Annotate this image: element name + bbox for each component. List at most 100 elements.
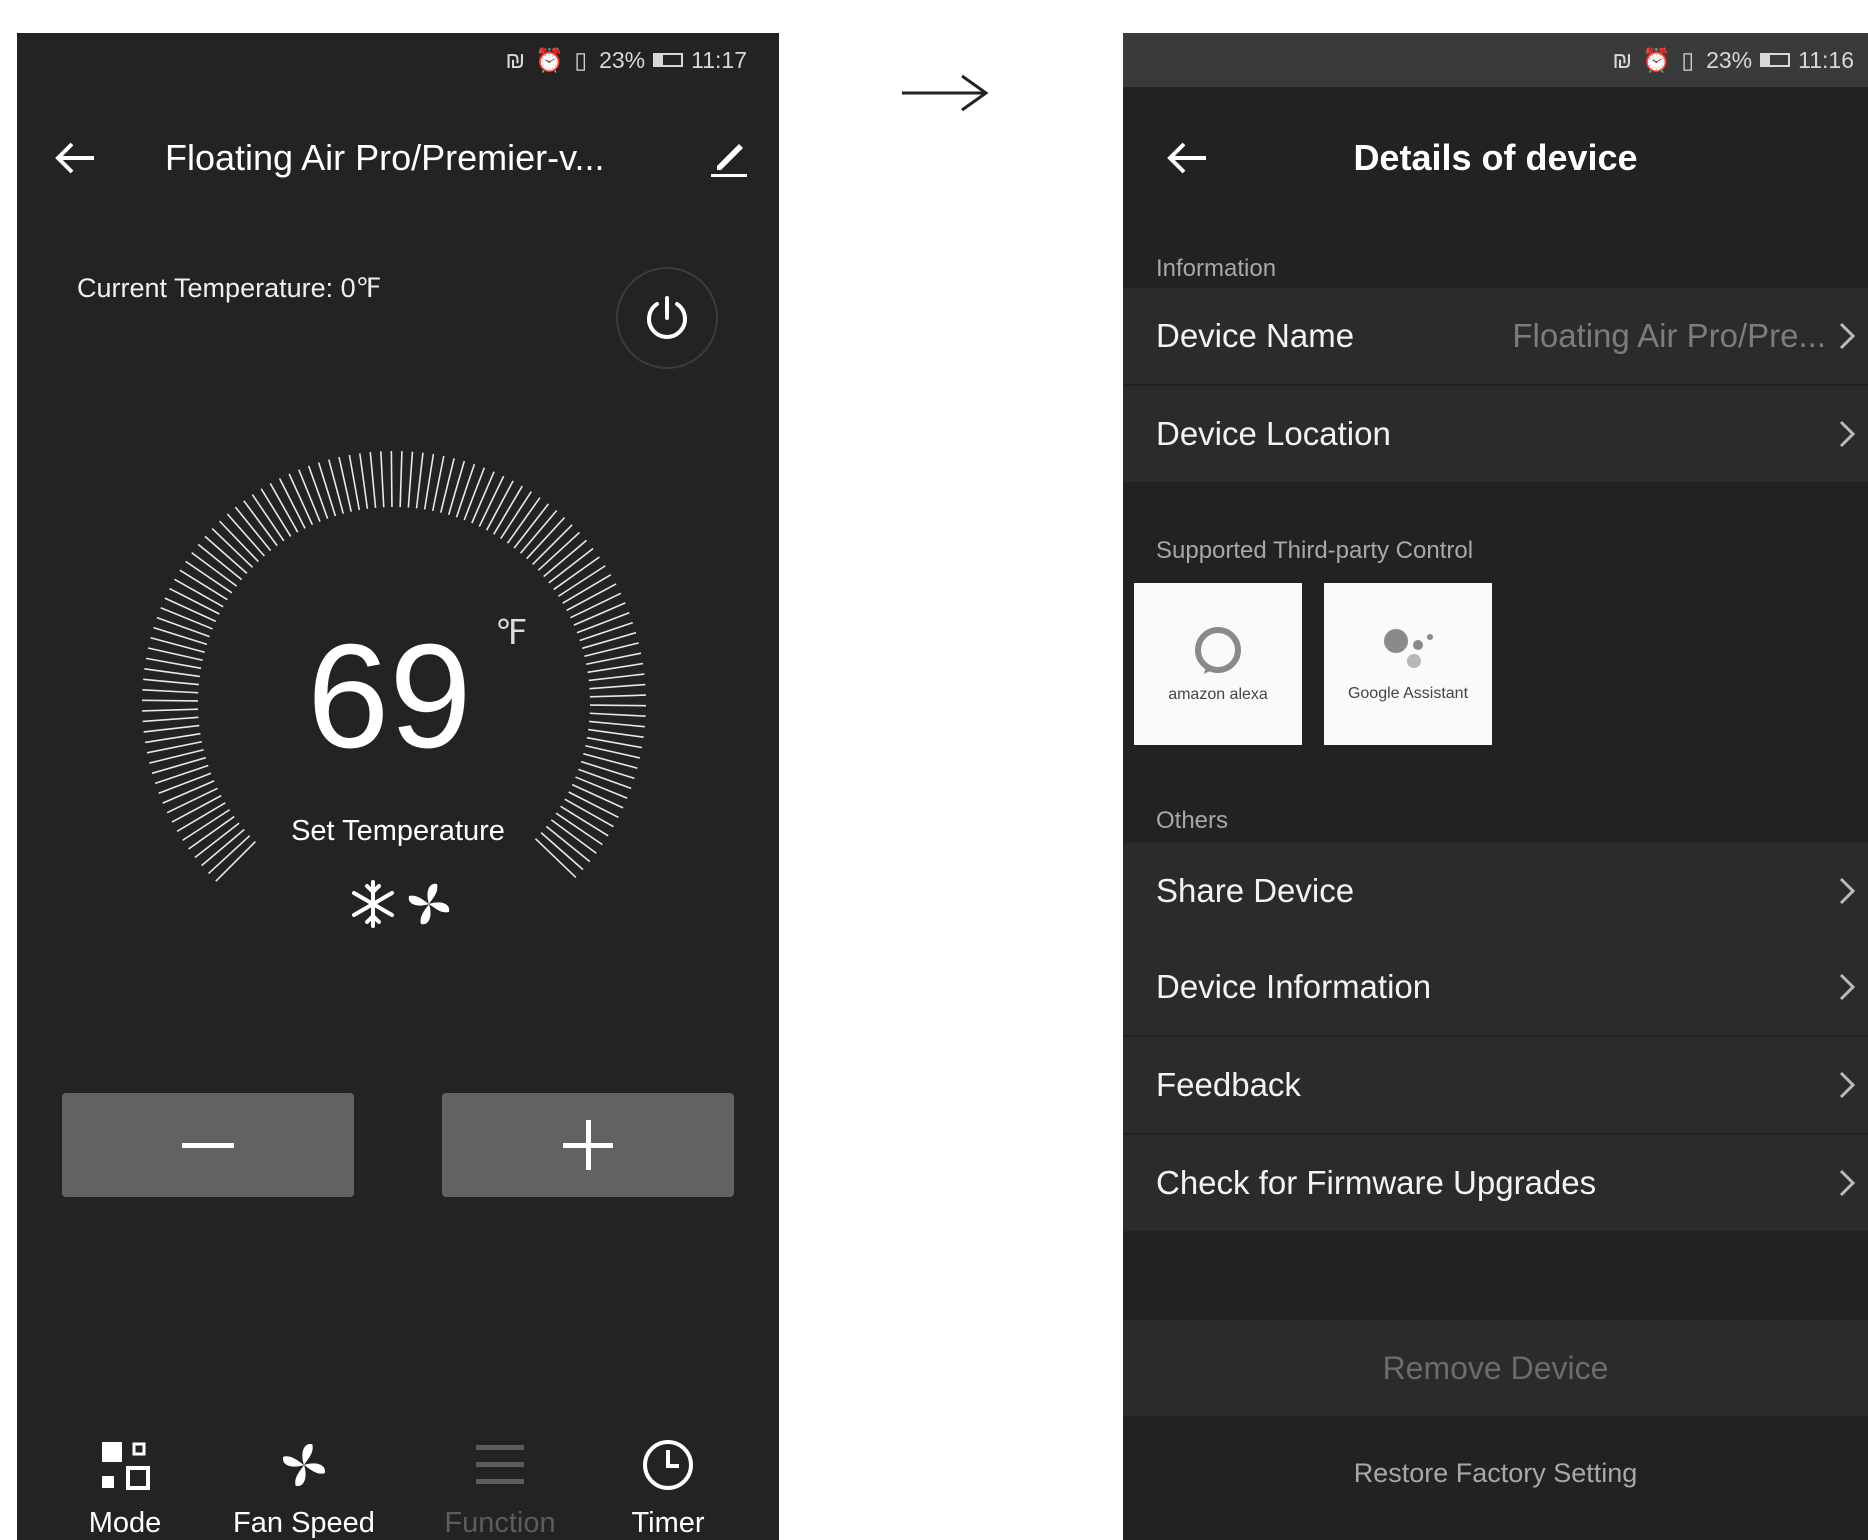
section-third-party: Supported Third-party Control bbox=[1156, 537, 1474, 564]
device-information-row[interactable]: Device Information bbox=[1123, 939, 1868, 1035]
dial-tick bbox=[166, 787, 218, 814]
clock-icon bbox=[643, 1440, 693, 1490]
dial-tick bbox=[278, 478, 306, 529]
device-name-row[interactable]: Device Name Floating Air Pro/Pre... bbox=[1123, 288, 1868, 384]
status-icons: ₪ ⏰ ▯ bbox=[505, 46, 590, 73]
temperature-unit: ℉ bbox=[495, 614, 528, 652]
dial-tick bbox=[146, 740, 203, 754]
chevron-right-icon bbox=[1838, 1135, 1856, 1231]
decrease-temperature-button[interactable] bbox=[62, 1093, 354, 1197]
dial-tick bbox=[153, 626, 208, 646]
transition-arrow-icon bbox=[900, 70, 990, 121]
dial-tick bbox=[298, 469, 321, 522]
remove-device-button[interactable]: Remove Device bbox=[1123, 1320, 1868, 1416]
tab-timer-label: Timer bbox=[631, 1507, 705, 1539]
dial-tick bbox=[288, 473, 314, 526]
back-arrow-icon[interactable] bbox=[47, 118, 103, 198]
dial-tick bbox=[580, 760, 635, 780]
tab-function-label: Function bbox=[444, 1507, 556, 1539]
chevron-right-icon bbox=[1838, 1037, 1856, 1133]
dial-tick bbox=[579, 621, 634, 642]
share-device-row[interactable]: Share Device bbox=[1123, 843, 1868, 939]
google-assistant-card[interactable]: Google Assistant bbox=[1324, 583, 1492, 745]
dial-tick bbox=[359, 453, 369, 509]
dial-tick bbox=[431, 455, 445, 512]
dial-tick bbox=[399, 451, 403, 508]
alexa-card[interactable]: amazon alexa bbox=[1134, 583, 1302, 745]
tab-mode-label: Mode bbox=[88, 1507, 162, 1539]
dial-tick bbox=[415, 452, 424, 509]
mode-icon bbox=[102, 1442, 150, 1490]
firmware-upgrade-label: Check for Firmware Upgrades bbox=[1156, 1164, 1597, 1201]
edit-icon[interactable] bbox=[707, 136, 751, 180]
device-details-screen: ₪ ⏰ ▯ 23% 11:16 Details of device Inform… bbox=[1123, 33, 1868, 1540]
share-device-label: Share Device bbox=[1156, 872, 1355, 909]
dial-tick bbox=[143, 678, 199, 686]
dial-tick bbox=[588, 673, 645, 682]
snowflake-icon bbox=[352, 880, 394, 928]
device-location-label: Device Location bbox=[1156, 415, 1391, 452]
power-button[interactable] bbox=[616, 267, 718, 369]
battery-icon bbox=[1760, 53, 1791, 67]
dial-tick bbox=[588, 728, 644, 738]
device-information-label: Device Information bbox=[1156, 968, 1432, 1005]
section-information: Information bbox=[1156, 255, 1277, 282]
dial-tick bbox=[570, 592, 622, 619]
dial-tick bbox=[478, 475, 505, 527]
dial-tick bbox=[369, 452, 377, 508]
section-others: Others bbox=[1156, 807, 1229, 834]
set-temperature-label: Set Temperature bbox=[291, 815, 505, 847]
firmware-upgrade-row[interactable]: Check for Firmware Upgrades bbox=[1123, 1135, 1868, 1231]
dial-tick bbox=[589, 712, 646, 717]
alexa-logo-icon bbox=[1195, 627, 1241, 674]
restore-factory-button[interactable]: Restore Factory Setting bbox=[1123, 1443, 1868, 1503]
feedback-row[interactable]: Feedback bbox=[1123, 1037, 1868, 1133]
minus-icon bbox=[182, 1143, 234, 1148]
device-title: Floating Air Pro/Premier-v... bbox=[165, 137, 605, 178]
dial-tick bbox=[145, 657, 202, 670]
tab-function[interactable]: Function bbox=[415, 1433, 585, 1540]
battery-level: 23% bbox=[599, 46, 646, 73]
dial-tick bbox=[142, 716, 199, 723]
status-icons: ₪ ⏰ ▯ bbox=[1612, 46, 1697, 73]
google-caption: Google Assistant bbox=[1347, 685, 1469, 702]
dial-tick bbox=[586, 736, 643, 749]
tab-mode[interactable]: Mode bbox=[40, 1433, 210, 1540]
page-title: Details of device bbox=[1353, 137, 1638, 178]
dial-tick bbox=[307, 465, 329, 519]
tab-timer[interactable]: Timer bbox=[583, 1433, 753, 1540]
dial-tick bbox=[156, 616, 210, 638]
dial-tick bbox=[158, 772, 212, 795]
dial-tick bbox=[587, 662, 644, 674]
dial-tick bbox=[390, 451, 393, 508]
dial-tick bbox=[585, 652, 642, 666]
increase-temperature-button[interactable] bbox=[442, 1093, 734, 1197]
dial-tick bbox=[144, 732, 201, 744]
dial-tick bbox=[575, 776, 628, 799]
status-bar: ₪ ⏰ ▯ 23% 11:16 bbox=[1123, 33, 1868, 87]
tab-fan-speed[interactable]: Fan Speed bbox=[219, 1433, 389, 1540]
dial-tick bbox=[169, 587, 220, 615]
device-control-screen: ₪ ⏰ ▯ 23% 11:17 Floating Air Pro/Premier… bbox=[17, 33, 779, 1540]
dial-tick bbox=[162, 780, 215, 804]
chevron-right-icon bbox=[1838, 939, 1856, 1035]
dial-tick bbox=[317, 462, 337, 517]
dial-tick bbox=[380, 451, 385, 508]
dial-tick bbox=[142, 689, 199, 694]
dial-tick bbox=[578, 768, 632, 790]
dial-tick bbox=[142, 708, 199, 712]
device-location-row[interactable]: Device Location bbox=[1123, 386, 1868, 482]
dial-tick bbox=[423, 453, 435, 510]
dial-tick bbox=[348, 454, 361, 511]
dial-tick bbox=[568, 791, 619, 819]
current-temperature: Current Temperature: 0℉ bbox=[77, 273, 382, 303]
feedback-label: Feedback bbox=[1156, 1066, 1301, 1103]
dial-tick bbox=[154, 764, 209, 785]
device-name-label: Device Name bbox=[1156, 317, 1355, 354]
top-bar: Details of device bbox=[1123, 118, 1868, 198]
status-bar: ₪ ⏰ ▯ 23% 11:17 bbox=[17, 33, 779, 87]
chevron-right-icon bbox=[1838, 843, 1856, 939]
plus-icon bbox=[563, 1120, 613, 1170]
dial-tick bbox=[143, 724, 200, 733]
dial-tick bbox=[160, 607, 213, 630]
